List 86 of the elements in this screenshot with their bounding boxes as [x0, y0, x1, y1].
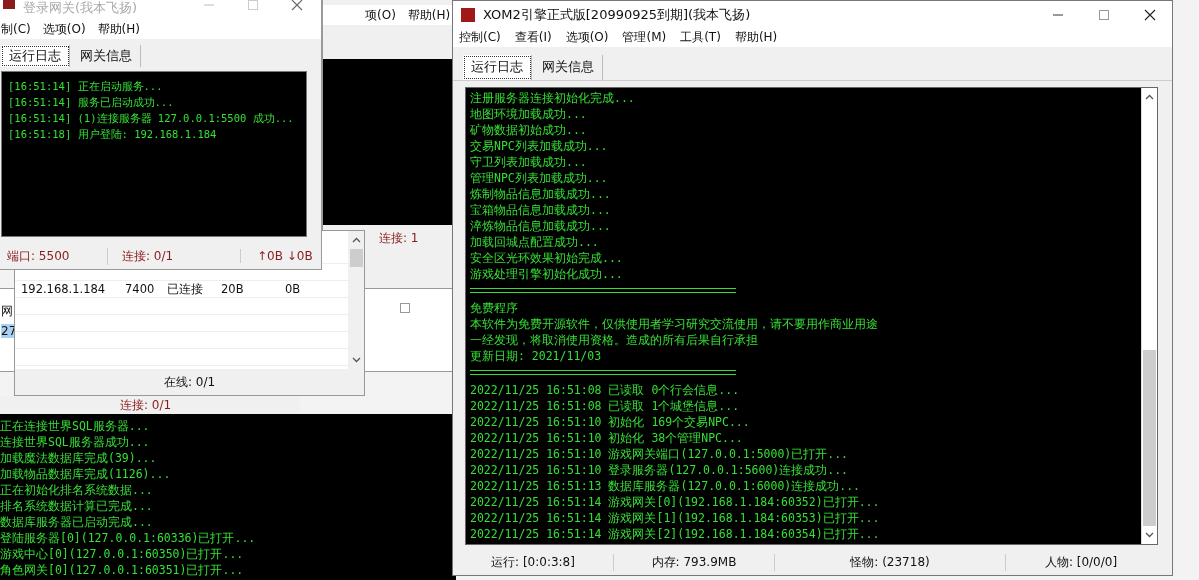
log-line: 管理NPC列表加载成功... [470, 169, 609, 186]
menu-item[interactable]: 控制(C) [459, 29, 501, 47]
status-text: 人物: [0/0/0] [1043, 553, 1119, 571]
status-text: 在线: 0/1 [163, 373, 216, 391]
log-line: 2022/11/25 16:51:10 游戏网关端口(127.0.0.1:5000)已打开... [470, 445, 850, 462]
scroll-thumb[interactable] [1143, 350, 1156, 527]
log-line: 2022/11/25 16:51:10 初始化 169个交易NPC... [470, 413, 751, 430]
log-line: 矿物数据初始成功... [470, 121, 588, 138]
status-text: ↑0B ↓0B [240, 249, 313, 263]
log-line: 守卫列表加载成功... [470, 153, 588, 170]
status-text: 内存: 793.9MB [614, 553, 775, 571]
log-line: 加载物品数据库完成(1126)... [0, 466, 172, 482]
app-icon [461, 7, 475, 22]
window-title: 登录网关(我本飞扬) [23, 0, 138, 17]
log-line: 连接世界SQL服务器成功... [0, 434, 151, 450]
log-line: 正在连接世界SQL服务器... [0, 418, 151, 434]
table-cell-text: 7400 [124, 282, 156, 296]
log-line: 安全区光环效果初始完成... [470, 249, 624, 266]
scroll-down-icon[interactable] [351, 357, 361, 363]
log-line: 游戏中心[0](127.0.0.1:60350)已打开... [0, 546, 245, 562]
menu-item[interactable]: 选项(O) [565, 29, 609, 47]
scroll-up-icon[interactable] [351, 237, 361, 243]
status-text: 怪物: (23718) [775, 553, 1006, 571]
tab[interactable]: 网关信息 [72, 45, 141, 67]
tab[interactable]: 运行日志 [463, 54, 532, 80]
log-line: 2022/11/25 16:51:14 游戏网关[1](192.168.1.184:60353)已打开... [470, 509, 881, 526]
menu-item[interactable]: 帮助(H) [97, 20, 140, 38]
log-line: 本软件为免费开源软件，仅供使用者学习研究交流使用，请不要用作商业用途 [470, 315, 879, 332]
log-line: 交易NPC列表加载成功... [470, 137, 609, 154]
scroll-thumb[interactable] [349, 249, 363, 267]
log-line: 2022/11/25 16:51:13 数据库服务器(127.0.0.1:6000)连接成功... [470, 477, 862, 494]
window-title: XOM2引擎正式版[20990925到期](我本飞扬) [483, 5, 751, 24]
table-cell-text: 0B [284, 282, 302, 296]
status-text: 连接: 0/1 [120, 396, 172, 414]
tab[interactable]: 运行日志 [1, 45, 70, 67]
log-line: [16:51:14] 正在启动服务... [8, 79, 164, 94]
log-line: 角色网关[0](127.0.0.1:60351)已打开... [0, 562, 245, 578]
log-line: 正在初始化排名系统数据... [0, 482, 154, 498]
menu-item[interactable]: 管理(M) [622, 29, 667, 47]
scroll-down-icon[interactable] [1145, 532, 1154, 539]
log-line: 登陆服务器[0](127.0.0.1:60336)已打开... [0, 530, 257, 546]
menu-item[interactable]: 选项(O) [42, 20, 86, 38]
maximize-icon[interactable] [247, 0, 259, 11]
log-line: 2022/11/25 16:51:14 游戏网关[2](192.168.1.184:60354)已打开... [470, 525, 881, 542]
menu-item[interactable]: 工具(T) [680, 29, 721, 47]
table-cell-text: 192.168.1.184 [20, 282, 107, 296]
log-line: 2022/11/25 16:51:14 游戏网关[0](192.168.1.184:60352)已打开... [470, 493, 881, 510]
log-line: 一经发现，将取消使用资格。造成的所有后果自行承担 [470, 331, 759, 348]
log-line: 加载魔法数据库完成(39)... [0, 450, 158, 466]
log-line: 宝箱物品信息加载成功... [470, 201, 612, 218]
status-text: 连接: 1 [379, 229, 419, 247]
menu-item[interactable]: 帮助(H) [407, 6, 451, 24]
log-line: 数据库服务器已启动完成... [0, 514, 154, 530]
log-line: 更新日期: 2021/11/03 [470, 347, 603, 364]
menu-item[interactable]: 查看(I) [514, 29, 552, 47]
scrollbar[interactable] [1141, 87, 1157, 545]
table-cell-text: 已连接 [166, 281, 204, 297]
log-line: 排名系统数据计算已完成... [0, 498, 154, 514]
menu-item[interactable]: 帮助(H) [734, 29, 778, 47]
log-line: 2022/11/25 16:51:10 初始化 38个管理NPC... [470, 429, 744, 446]
maximize-icon[interactable] [1098, 8, 1110, 21]
log-line: 游戏处理引擎初始化成功... [470, 265, 624, 282]
log-line: 2022/11/25 16:51:08 已读取 1个城堡信息... [470, 397, 741, 414]
log-line: [16:51:14] (1)连接服务器 127.0.0.1:5500 成功... [8, 111, 295, 126]
log-line: 淬炼物品信息加载成功... [470, 217, 612, 234]
log-line: 加载回城点配置成功... [470, 233, 600, 250]
status-text: 端口: 5500 [6, 247, 71, 265]
status-text: 连接: 0/1 [107, 247, 240, 265]
log-line: 炼制物品信息加载成功... [470, 185, 612, 202]
maximize-icon[interactable] [400, 303, 410, 313]
scroll-up-icon[interactable] [1145, 93, 1154, 100]
scrollbar[interactable] [348, 231, 364, 369]
table-cell-text: 20B [220, 282, 245, 296]
menu-item[interactable]: 项(O) [365, 6, 396, 24]
log-line: [16:51:18] 用户登陆: 192.168.1.184 [8, 127, 218, 142]
menu-item[interactable]: 制(C) [1, 20, 31, 38]
tab-label: 网 [1, 303, 14, 320]
log-line: 2022/11/25 16:51:08 已读取 0个行会信息... [470, 381, 741, 398]
log-line: 2022/11/25 16:51:10 登录服务器(127.0.0.1:5600)连接成功... [470, 461, 850, 478]
log-line: 地图环境加载成功... [470, 105, 588, 122]
tab[interactable]: 网关信息 [534, 54, 603, 80]
status-text: 运行: [0:0:3:8] [453, 553, 614, 571]
log-line: 注册服务器连接初始化完成... [470, 89, 636, 106]
log-line: [16:51:14] 服务已启动成功... [8, 95, 175, 110]
close-icon[interactable] [1144, 8, 1156, 21]
log-line: 免费程序 [470, 299, 519, 316]
